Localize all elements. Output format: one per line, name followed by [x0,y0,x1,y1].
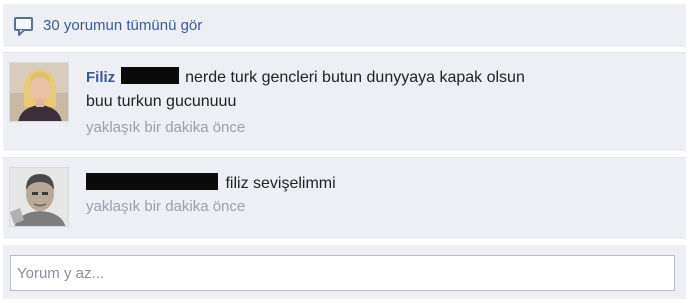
comment-input[interactable] [10,255,675,291]
avatar[interactable] [9,62,69,122]
redacted-name [86,173,218,190]
comment-body: Filiz nerde turk gencleri butun dunyyaya… [86,66,676,136]
view-all-comments-label: 30 yorumun tümünü gör [43,17,203,34]
comment-text-line: filiz sevişelimmi [86,172,676,196]
comment-body: filiz sevişelimmi yaklaşık bir dakika ön… [86,172,676,215]
view-all-comments-link[interactable]: 30 yorumun tümünü gör [3,4,686,47]
reply-area [3,245,686,299]
comment-item: Filiz nerde turk gencleri butun dunyyaya… [3,52,686,151]
comment-text-line: Filiz nerde turk gencleri butun dunyyaya… [86,66,676,90]
avatar[interactable] [9,167,69,227]
comments-panel: 30 yorumun tümünü gör Filiz nerde turk g… [0,0,690,303]
redacted-name [120,67,179,84]
comment-text: nerde turk gencleri butun dunyyaya kapak… [185,69,525,86]
comment-text-continued: buu turkun gucunuuu [86,93,237,110]
comment-author[interactable]: Filiz [86,69,115,86]
comment-bubble-icon [13,16,35,36]
comment-timestamp[interactable]: yaklaşık bir dakika önce [86,119,676,136]
comment-item: filiz sevişelimmi yaklaşık bir dakika ön… [3,157,686,239]
comment-text: filiz sevişelimmi [225,175,336,192]
comment-timestamp[interactable]: yaklaşık bir dakika önce [86,198,676,215]
